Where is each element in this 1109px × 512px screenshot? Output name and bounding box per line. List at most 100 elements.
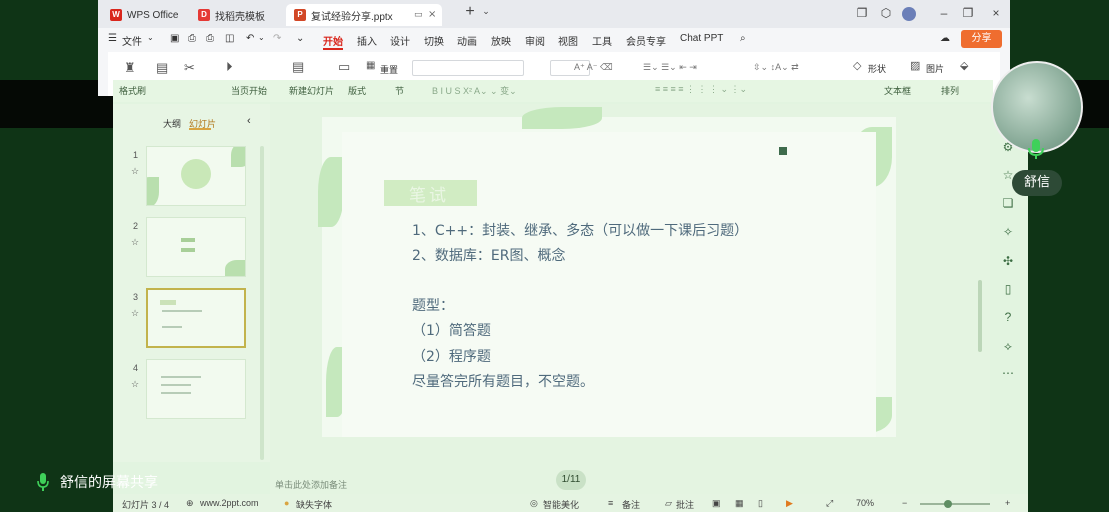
missing-font[interactable]: 缺失字体 xyxy=(296,498,332,511)
close-window-icon[interactable]: × xyxy=(988,6,1004,20)
star-icon[interactable]: ☆ xyxy=(131,308,139,319)
normal-view-icon[interactable]: ▣ xyxy=(712,498,721,509)
cloud-icon[interactable]: ☁ xyxy=(940,33,950,44)
tools-icon[interactable]: ✣ xyxy=(1001,254,1015,268)
slide-thumbnail-4[interactable] xyxy=(146,359,246,419)
layout-icon[interactable]: ❐ xyxy=(854,6,870,20)
menu-slideshow[interactable]: 放映 xyxy=(491,33,511,48)
tab-pptx-file[interactable]: P 复试经验分享.pptx ▭ × xyxy=(286,4,442,26)
menu-transition[interactable]: 切换 xyxy=(424,33,444,48)
zoom-slider-knob[interactable] xyxy=(944,500,952,508)
menu-review[interactable]: 审阅 xyxy=(525,33,545,48)
copy-icon[interactable]: ❏ xyxy=(1001,196,1015,210)
menu-file[interactable]: 文件 xyxy=(122,33,142,48)
shape-button[interactable]: 形状 xyxy=(868,62,886,75)
shape-icon[interactable]: ⟡ xyxy=(1001,339,1015,354)
star-icon[interactable]: ☆ xyxy=(131,237,139,248)
chevron-down-icon[interactable]: ⌄ xyxy=(258,33,265,42)
menu-tools[interactable]: 工具 xyxy=(592,33,612,48)
print-icon[interactable]: ⎙ xyxy=(206,33,214,44)
new-slide-button[interactable]: 新建幻灯片 xyxy=(289,84,334,97)
minimize-icon[interactable]: – xyxy=(936,6,952,20)
reset-icon[interactable]: ▦ xyxy=(366,60,375,71)
grid-view-icon[interactable]: ▦ xyxy=(735,498,744,509)
slide-thumbnail-2[interactable] xyxy=(146,217,246,277)
section-button[interactable]: 节 xyxy=(395,84,404,97)
slide-title[interactable]: 笔试 xyxy=(409,181,449,206)
line-spacing-icon[interactable]: ⇳⌄ ↕A⌄ ⇄ xyxy=(753,62,799,73)
tab-outline[interactable]: 大纲 xyxy=(163,117,181,130)
star-icon[interactable]: ☆ xyxy=(131,166,139,177)
user-avatar-icon[interactable] xyxy=(902,7,916,21)
tab-docer[interactable]: D 找稻壳模板 xyxy=(190,4,282,26)
export-icon[interactable]: ⎙ xyxy=(188,33,196,44)
notes-button[interactable]: 备注 xyxy=(622,498,640,511)
help-icon[interactable]: ? xyxy=(1001,310,1015,324)
menu-home[interactable]: 开始 xyxy=(323,33,343,48)
arrange-button[interactable]: 排列 xyxy=(941,84,959,97)
save-icon[interactable]: ▣ xyxy=(170,33,179,44)
undo-icon[interactable]: ↶ xyxy=(246,33,254,44)
image-icon[interactable]: ▨ xyxy=(910,59,920,72)
book-icon[interactable]: ▯ xyxy=(1001,282,1015,296)
zoom-out-icon[interactable]: − xyxy=(902,498,907,508)
layout-icon[interactable]: ▭ xyxy=(338,59,350,75)
cube-icon[interactable]: ⬡ xyxy=(878,6,894,20)
star-icon[interactable]: ☆ xyxy=(131,379,139,390)
reset-label[interactable]: 重置 xyxy=(380,63,398,76)
site-link[interactable]: www.2ppt.com xyxy=(200,498,259,508)
chevron-down-icon[interactable]: ⌄ xyxy=(478,6,494,17)
format-painter-icon[interactable]: ♜ xyxy=(124,60,136,76)
shape-icon[interactable]: ◇ xyxy=(853,59,861,72)
layout-button[interactable]: 版式 xyxy=(348,84,366,97)
play-icon[interactable]: ▶ xyxy=(786,498,793,509)
redo-icon[interactable]: ↷ xyxy=(273,33,281,44)
paste-icon[interactable]: ▤ xyxy=(156,60,168,76)
comments-button[interactable]: 批注 xyxy=(676,498,694,511)
menu-animation[interactable]: 动画 xyxy=(457,33,477,48)
tab-wps-office[interactable]: W WPS Office xyxy=(102,4,188,26)
cut-icon[interactable]: ✂ xyxy=(184,60,195,76)
zoom-level[interactable]: 70% xyxy=(856,498,874,508)
bullets-icon[interactable]: ☰⌄ ☰⌄ ⇤ ⇥ xyxy=(643,62,697,73)
canvas-scrollbar[interactable] xyxy=(978,280,982,352)
more-icon[interactable]: ⋯ xyxy=(1001,366,1015,380)
notes-placeholder[interactable]: 单击此处添加备注 xyxy=(275,478,347,491)
more-icon[interactable]: ⌄ xyxy=(296,33,304,44)
slide-thumbnail-1[interactable] xyxy=(146,146,246,206)
slide-thumbnail-3[interactable] xyxy=(146,288,246,348)
menu-design[interactable]: 设计 xyxy=(390,33,410,48)
restore-icon[interactable]: ❐ xyxy=(960,6,976,20)
new-tab-icon[interactable]: + xyxy=(462,3,478,21)
collapse-panel-icon[interactable]: ‹ xyxy=(247,115,251,127)
preview-icon[interactable]: ◫ xyxy=(225,33,234,44)
search-icon[interactable]: ⌕ xyxy=(740,33,746,44)
zoom-slider[interactable] xyxy=(920,503,990,505)
zoom-in-icon[interactable]: + xyxy=(1005,498,1010,508)
image-button[interactable]: 图片 xyxy=(926,62,944,75)
textbox-button[interactable]: 文本框 xyxy=(884,84,911,97)
menu-chatppt[interactable]: Chat PPT xyxy=(680,33,723,44)
magic-icon[interactable]: ✧ xyxy=(1001,225,1015,239)
smart-beautify-button[interactable]: 智能美化 xyxy=(543,498,579,511)
format-brush-label[interactable]: 格式刷 xyxy=(119,84,146,97)
share-button[interactable]: 分享 xyxy=(961,30,1002,48)
text-format-icons[interactable]: B I U S X² A⌄ ⌄ 变⌄ xyxy=(432,84,517,97)
monitor-icon[interactable]: ▭ xyxy=(414,7,423,23)
reading-view-icon[interactable]: ▯ xyxy=(758,498,763,509)
menu-insert[interactable]: 插入 xyxy=(357,33,377,48)
font-grow-icon[interactable]: A⁺ A⁻ ⌫ xyxy=(574,62,613,73)
fill-icon[interactable]: ⬙ xyxy=(960,59,968,72)
chevron-down-icon[interactable]: ⌄ xyxy=(147,33,154,42)
new-slide-icon[interactable]: ▤ xyxy=(292,59,304,75)
paragraph-align-icons[interactable]: ≡ ≡ ≡ ≡ ⋮ ⋮ ⋮ ⌄ ⋮⌄ xyxy=(655,84,747,95)
start-from-current[interactable]: 当页开始 xyxy=(231,84,267,97)
menu-member[interactable]: 会员专享 xyxy=(626,33,666,48)
menu-view[interactable]: 视图 xyxy=(558,33,578,48)
font-family-select[interactable] xyxy=(412,60,524,76)
menu-hamburger-icon[interactable]: ☰ xyxy=(108,33,117,44)
fit-icon[interactable]: ⤢ xyxy=(826,498,833,509)
close-tab-icon[interactable]: × xyxy=(428,7,436,23)
panel-scrollbar[interactable] xyxy=(260,146,264,460)
play-from-current-icon[interactable]: ⏵ xyxy=(226,59,233,75)
